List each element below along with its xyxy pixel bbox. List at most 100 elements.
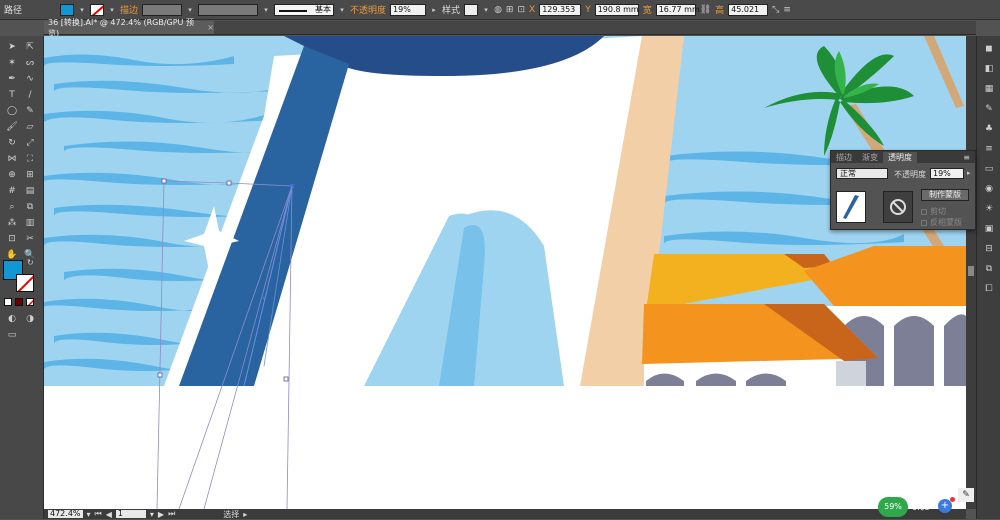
align-icon[interactable]: ⊞ xyxy=(506,5,514,15)
color-panel-icon[interactable]: ◼ xyxy=(981,42,997,56)
network-widget[interactable]: 59% 0K/s + xyxy=(878,497,962,517)
color-mode-fill[interactable] xyxy=(4,298,12,306)
brush-dropdown-icon[interactable]: ▾ xyxy=(338,6,346,14)
graphic-styles-icon[interactable]: ▣ xyxy=(981,222,997,236)
opacity-slider-arrow-icon[interactable]: ▸ xyxy=(967,169,971,177)
first-artboard-icon[interactable]: ⏮ xyxy=(95,509,102,519)
layers-panel-icon[interactable]: ⧉ xyxy=(981,262,997,276)
pencil-tool-icon[interactable]: ✎ xyxy=(22,104,38,118)
swap-colors-icon[interactable]: ↻ xyxy=(27,258,34,267)
free-transform-tool-icon[interactable]: ⛶ xyxy=(22,152,38,166)
clip-checkbox-box[interactable] xyxy=(921,208,927,215)
panel-menu-icon[interactable]: ≡ xyxy=(958,153,975,162)
stroke-weight-field[interactable] xyxy=(142,3,183,16)
h-field[interactable]: 45.021 xyxy=(728,3,769,16)
pen-tool-icon[interactable]: ✒ xyxy=(4,72,20,86)
gradient-panel-icon[interactable]: ▭ xyxy=(981,162,997,176)
graphic-style-swatch[interactable] xyxy=(464,3,479,16)
style-dropdown-icon[interactable]: ▾ xyxy=(482,6,490,14)
stroke-color-box[interactable] xyxy=(16,274,34,292)
color-mode-gradient[interactable] xyxy=(15,298,23,306)
magic-wand-tool-icon[interactable]: ✶ xyxy=(4,56,20,70)
shape-builder-tool-icon[interactable]: ⊕ xyxy=(4,168,20,182)
clip-checkbox[interactable]: 剪切 xyxy=(921,206,946,217)
tab-stroke[interactable]: 描边 xyxy=(831,152,857,163)
draw-inside-icon[interactable]: ◑ xyxy=(22,312,38,326)
column-graph-tool-icon[interactable]: ▥ xyxy=(22,216,38,230)
draw-mode-icon[interactable]: ◐ xyxy=(4,312,20,326)
panel-opacity-field[interactable]: 19% xyxy=(930,168,964,179)
zoom-field[interactable]: 472.4% xyxy=(48,510,83,518)
scale-tool-icon[interactable]: ⤢ xyxy=(22,136,38,150)
menu-icon[interactable]: ≡ xyxy=(783,5,791,15)
screen-mode-icon[interactable]: ▭ xyxy=(4,328,20,342)
make-mask-button[interactable]: 制作蒙版 xyxy=(921,189,969,201)
line-tool-icon[interactable]: / xyxy=(22,88,38,102)
eyedropper-tool-icon[interactable]: ⌕ xyxy=(4,200,20,214)
artboard-dropdown-icon[interactable]: ▾ xyxy=(150,510,154,519)
artboard-canvas[interactable] xyxy=(44,36,966,509)
blend-mode-select[interactable]: 正常 xyxy=(836,168,888,179)
w-field[interactable]: 16.77 mm xyxy=(655,3,700,16)
stroke-dropdown-icon[interactable]: ▾ xyxy=(108,6,116,14)
tab-transparency[interactable]: 透明度 xyxy=(883,151,917,163)
mesh-tool-icon[interactable]: # xyxy=(4,184,20,198)
opacity-field[interactable]: 19% xyxy=(390,3,427,16)
fill-swatch[interactable] xyxy=(60,3,75,16)
variable-width-field[interactable] xyxy=(198,3,259,16)
slice-tool-icon[interactable]: ✂ xyxy=(22,232,38,246)
prev-artboard-icon[interactable]: ◀ xyxy=(106,510,112,519)
wrench-icon[interactable]: ✎ xyxy=(958,488,974,502)
invert-mask-checkbox-box[interactable] xyxy=(921,219,927,226)
paintbrush-tool-icon[interactable]: 🖌 xyxy=(4,120,20,134)
pathfinder-panel-icon[interactable]: ⧠ xyxy=(981,282,997,296)
document-tab[interactable]: 36 [转换].AI* @ 472.4% (RGB/GPU 预览) × xyxy=(44,18,214,38)
tab-gradient[interactable]: 渐变 xyxy=(857,152,883,163)
stroke-label[interactable]: 描边 xyxy=(120,3,138,16)
brushes-panel-icon[interactable]: ✎ xyxy=(981,102,997,116)
gradient-tool-icon[interactable]: ▤ xyxy=(22,184,38,198)
brush-profile-field[interactable]: 基本 xyxy=(274,3,335,16)
stroke-panel-icon[interactable]: ≡ xyxy=(981,142,997,156)
ellipse-tool-icon[interactable]: ◯ xyxy=(4,104,20,118)
direct-selection-tool-icon[interactable]: ⇱ xyxy=(22,40,38,54)
width-tool-icon[interactable]: ⋈ xyxy=(4,152,20,166)
link-icon[interactable]: ⛓ xyxy=(700,5,711,15)
eraser-tool-icon[interactable]: ▱ xyxy=(22,120,38,134)
lasso-tool-icon[interactable]: ᔕ xyxy=(22,56,38,70)
symbol-sprayer-tool-icon[interactable]: ⁂ xyxy=(4,216,20,230)
artboard-field[interactable]: 1 xyxy=(115,510,146,518)
mask-thumbnail[interactable] xyxy=(883,191,913,223)
last-artboard-icon[interactable]: ⏭ xyxy=(168,509,175,519)
blend-tool-icon[interactable]: ⧉ xyxy=(22,200,38,214)
artboard-tool-icon[interactable]: ⊡ xyxy=(4,232,20,246)
vertical-scrollbar[interactable] xyxy=(966,36,976,509)
symbols-panel-icon[interactable]: ♣ xyxy=(981,122,997,136)
invert-mask-checkbox[interactable]: 反相蒙版 xyxy=(921,217,962,228)
stroke-swatch[interactable] xyxy=(90,3,105,16)
status-menu-icon[interactable]: ▸ xyxy=(243,510,247,519)
stroke-weight-dropdown-icon[interactable]: ▾ xyxy=(186,6,194,14)
color-guide-icon[interactable]: ◧ xyxy=(981,62,997,76)
next-artboard-icon[interactable]: ▶ xyxy=(158,510,164,519)
perspective-grid-tool-icon[interactable]: ⊞ xyxy=(22,168,38,182)
y-field[interactable]: 190.8 mm xyxy=(594,3,639,16)
curvature-tool-icon[interactable]: ∿ xyxy=(22,72,38,86)
selection-tool-icon[interactable]: ➤ xyxy=(4,40,20,54)
recolor-icon[interactable]: ◍ xyxy=(494,5,502,15)
rotate-tool-icon[interactable]: ↻ xyxy=(4,136,20,150)
object-thumbnail[interactable] xyxy=(836,191,866,223)
transparency-panel-icon[interactable]: ◉ xyxy=(981,182,997,196)
appearance-panel-icon[interactable]: ☀ xyxy=(981,202,997,216)
swatches-panel-icon[interactable]: ▦ xyxy=(981,82,997,96)
artboards-panel-icon[interactable]: ⊟ xyxy=(981,242,997,256)
zoom-dropdown-icon[interactable]: ▾ xyxy=(87,510,91,519)
x-field[interactable]: 129.353 xyxy=(539,3,582,16)
type-tool-icon[interactable]: T xyxy=(4,88,20,102)
transform-icon[interactable]: ⊡ xyxy=(517,5,525,15)
fill-dropdown-icon[interactable]: ▾ xyxy=(78,6,86,14)
opacity-arrow-icon[interactable]: ▸ xyxy=(430,6,438,14)
variable-width-dropdown-icon[interactable]: ▾ xyxy=(262,6,270,14)
color-mode-none[interactable] xyxy=(26,298,34,306)
opacity-label[interactable]: 不透明度 xyxy=(350,3,386,16)
